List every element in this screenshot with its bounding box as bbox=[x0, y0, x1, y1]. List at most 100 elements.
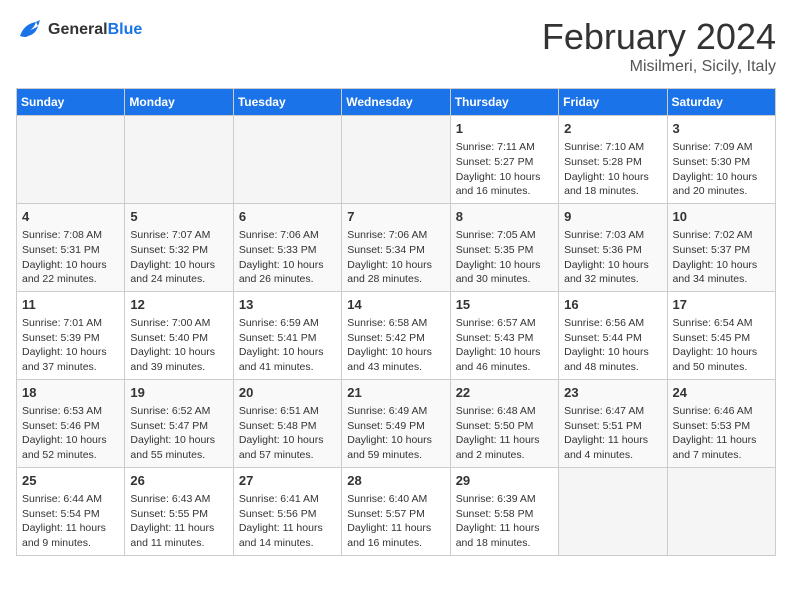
day-info: Sunrise: 7:02 AMSunset: 5:37 PMDaylight:… bbox=[673, 228, 770, 287]
day-info: Sunrise: 7:06 AMSunset: 5:34 PMDaylight:… bbox=[347, 228, 444, 287]
day-header-saturday: Saturday bbox=[667, 89, 775, 116]
calendar-cell: 10Sunrise: 7:02 AMSunset: 5:37 PMDayligh… bbox=[667, 203, 775, 291]
day-header-tuesday: Tuesday bbox=[233, 89, 341, 116]
logo: GeneralBlue bbox=[16, 16, 142, 44]
day-info: Sunrise: 7:05 AMSunset: 5:35 PMDaylight:… bbox=[456, 228, 553, 287]
calendar-cell: 7 Sunrise: 7:06 AMSunset: 5:34 PMDaylight… bbox=[342, 203, 450, 291]
day-info: Sunrise: 6:58 AMSunset: 5:42 PMDaylight:… bbox=[347, 316, 444, 375]
day-header-thursday: Thursday bbox=[450, 89, 558, 116]
day-info: Sunrise: 7:10 AMSunset: 5:28 PMDaylight:… bbox=[564, 140, 661, 199]
calendar-cell: 19Sunrise: 6:52 AMSunset: 5:47 PMDayligh… bbox=[125, 379, 233, 467]
day-number: 21 bbox=[347, 384, 444, 402]
calendar-week-4: 18 Sunrise: 6:53 AMSunset: 5:46 PMDayligh… bbox=[17, 379, 776, 467]
day-number: 22 bbox=[456, 384, 553, 402]
calendar-cell: 3 Sunrise: 7:09 AMSunset: 5:30 PMDaylight… bbox=[667, 116, 775, 204]
calendar-cell: 15Sunrise: 6:57 AMSunset: 5:43 PMDayligh… bbox=[450, 291, 558, 379]
day-info: Sunrise: 7:11 AMSunset: 5:27 PMDaylight:… bbox=[456, 140, 553, 199]
calendar-cell: 29 Sunrise: 6:39 AMSunset: 5:58 PMDayligh… bbox=[450, 467, 558, 555]
calendar-cell bbox=[342, 116, 450, 204]
calendar-cell: 1Sunrise: 7:11 AMSunset: 5:27 PMDaylight… bbox=[450, 116, 558, 204]
calendar-cell: 23 Sunrise: 6:47 AMSunset: 5:51 PMDayligh… bbox=[559, 379, 667, 467]
calendar-table: SundayMondayTuesdayWednesdayThursdayFrid… bbox=[16, 88, 776, 556]
day-number: 15 bbox=[456, 296, 553, 314]
day-info: Sunrise: 7:09 AMSunset: 5:30 PMDaylight:… bbox=[673, 140, 770, 199]
day-info: Sunrise: 6:44 AMSunset: 5:54 PMDaylight:… bbox=[22, 492, 119, 551]
calendar-cell: 6 Sunrise: 7:06 AMSunset: 5:33 PMDaylight… bbox=[233, 203, 341, 291]
calendar-cell bbox=[17, 116, 125, 204]
day-number: 26 bbox=[130, 472, 227, 490]
day-number: 7 bbox=[347, 208, 444, 226]
day-number: 19 bbox=[130, 384, 227, 402]
day-number: 9 bbox=[564, 208, 661, 226]
day-info: Sunrise: 7:00 AMSunset: 5:40 PMDaylight:… bbox=[130, 316, 227, 375]
day-info: Sunrise: 6:41 AMSunset: 5:56 PMDaylight:… bbox=[239, 492, 336, 551]
day-number: 3 bbox=[673, 120, 770, 138]
calendar-cell: 24Sunrise: 6:46 AMSunset: 5:53 PMDayligh… bbox=[667, 379, 775, 467]
day-header-monday: Monday bbox=[125, 89, 233, 116]
day-info: Sunrise: 6:40 AMSunset: 5:57 PMDaylight:… bbox=[347, 492, 444, 551]
day-number: 16 bbox=[564, 296, 661, 314]
day-info: Sunrise: 6:39 AMSunset: 5:58 PMDaylight:… bbox=[456, 492, 553, 551]
day-number: 12 bbox=[130, 296, 227, 314]
day-number: 28 bbox=[347, 472, 444, 490]
calendar-cell: 21 Sunrise: 6:49 AMSunset: 5:49 PMDayligh… bbox=[342, 379, 450, 467]
calendar-cell: 22 Sunrise: 6:48 AMSunset: 5:50 PMDayligh… bbox=[450, 379, 558, 467]
calendar-cell: 11Sunrise: 7:01 AMSunset: 5:39 PMDayligh… bbox=[17, 291, 125, 379]
day-number: 6 bbox=[239, 208, 336, 226]
day-info: Sunrise: 7:07 AMSunset: 5:32 PMDaylight:… bbox=[130, 228, 227, 287]
day-info: Sunrise: 6:51 AMSunset: 5:48 PMDaylight:… bbox=[239, 404, 336, 463]
day-number: 4 bbox=[22, 208, 119, 226]
calendar-cell: 12 Sunrise: 7:00 AMSunset: 5:40 PMDayligh… bbox=[125, 291, 233, 379]
calendar-week-5: 25 Sunrise: 6:44 AMSunset: 5:54 PMDayligh… bbox=[17, 467, 776, 555]
calendar-cell: 27Sunrise: 6:41 AMSunset: 5:56 PMDayligh… bbox=[233, 467, 341, 555]
logo-blue: Blue bbox=[108, 21, 143, 38]
day-number: 23 bbox=[564, 384, 661, 402]
day-info: Sunrise: 6:53 AMSunset: 5:46 PMDaylight:… bbox=[22, 404, 119, 463]
day-number: 24 bbox=[673, 384, 770, 402]
day-header-wednesday: Wednesday bbox=[342, 89, 450, 116]
day-info: Sunrise: 6:43 AMSunset: 5:55 PMDaylight:… bbox=[130, 492, 227, 551]
day-info: Sunrise: 6:59 AMSunset: 5:41 PMDaylight:… bbox=[239, 316, 336, 375]
calendar-week-1: 1Sunrise: 7:11 AMSunset: 5:27 PMDaylight… bbox=[17, 116, 776, 204]
calendar-cell bbox=[559, 467, 667, 555]
day-info: Sunrise: 7:03 AMSunset: 5:36 PMDaylight:… bbox=[564, 228, 661, 287]
day-number: 18 bbox=[22, 384, 119, 402]
calendar-header-row: SundayMondayTuesdayWednesdayThursdayFrid… bbox=[17, 89, 776, 116]
day-header-friday: Friday bbox=[559, 89, 667, 116]
calendar-cell bbox=[667, 467, 775, 555]
calendar-cell: 14 Sunrise: 6:58 AMSunset: 5:42 PMDayligh… bbox=[342, 291, 450, 379]
day-number: 8 bbox=[456, 208, 553, 226]
day-info: Sunrise: 6:47 AMSunset: 5:51 PMDaylight:… bbox=[564, 404, 661, 463]
calendar-cell: 25 Sunrise: 6:44 AMSunset: 5:54 PMDayligh… bbox=[17, 467, 125, 555]
calendar-cell: 2 Sunrise: 7:10 AMSunset: 5:28 PMDaylight… bbox=[559, 116, 667, 204]
day-info: Sunrise: 7:08 AMSunset: 5:31 PMDaylight:… bbox=[22, 228, 119, 287]
day-info: Sunrise: 6:54 AMSunset: 5:45 PMDaylight:… bbox=[673, 316, 770, 375]
day-info: Sunrise: 7:06 AMSunset: 5:33 PMDaylight:… bbox=[239, 228, 336, 287]
calendar-week-3: 11Sunrise: 7:01 AMSunset: 5:39 PMDayligh… bbox=[17, 291, 776, 379]
day-info: Sunrise: 6:48 AMSunset: 5:50 PMDaylight:… bbox=[456, 404, 553, 463]
calendar-cell: 5 Sunrise: 7:07 AMSunset: 5:32 PMDaylight… bbox=[125, 203, 233, 291]
day-number: 2 bbox=[564, 120, 661, 138]
location-subtitle: Misilmeri, Sicily, Italy bbox=[542, 58, 776, 76]
title-block: February 2024 Misilmeri, Sicily, Italy bbox=[542, 16, 776, 76]
calendar-cell: 18 Sunrise: 6:53 AMSunset: 5:46 PMDayligh… bbox=[17, 379, 125, 467]
day-number: 29 bbox=[456, 472, 553, 490]
calendar-cell: 28 Sunrise: 6:40 AMSunset: 5:57 PMDayligh… bbox=[342, 467, 450, 555]
day-number: 13 bbox=[239, 296, 336, 314]
calendar-week-2: 4 Sunrise: 7:08 AMSunset: 5:31 PMDaylight… bbox=[17, 203, 776, 291]
logo-general: General bbox=[48, 21, 108, 38]
day-number: 5 bbox=[130, 208, 227, 226]
day-info: Sunrise: 6:56 AMSunset: 5:44 PMDaylight:… bbox=[564, 316, 661, 375]
calendar-cell: 17 Sunrise: 6:54 AMSunset: 5:45 PMDayligh… bbox=[667, 291, 775, 379]
logo-icon bbox=[16, 16, 44, 44]
day-number: 14 bbox=[347, 296, 444, 314]
calendar-cell: 26 Sunrise: 6:43 AMSunset: 5:55 PMDayligh… bbox=[125, 467, 233, 555]
page-header: GeneralBlue February 2024 Misilmeri, Sic… bbox=[16, 16, 776, 76]
day-number: 20 bbox=[239, 384, 336, 402]
day-header-sunday: Sunday bbox=[17, 89, 125, 116]
day-number: 11 bbox=[22, 296, 119, 314]
day-info: Sunrise: 6:49 AMSunset: 5:49 PMDaylight:… bbox=[347, 404, 444, 463]
month-year-title: February 2024 bbox=[542, 16, 776, 58]
day-number: 25 bbox=[22, 472, 119, 490]
day-number: 17 bbox=[673, 296, 770, 314]
